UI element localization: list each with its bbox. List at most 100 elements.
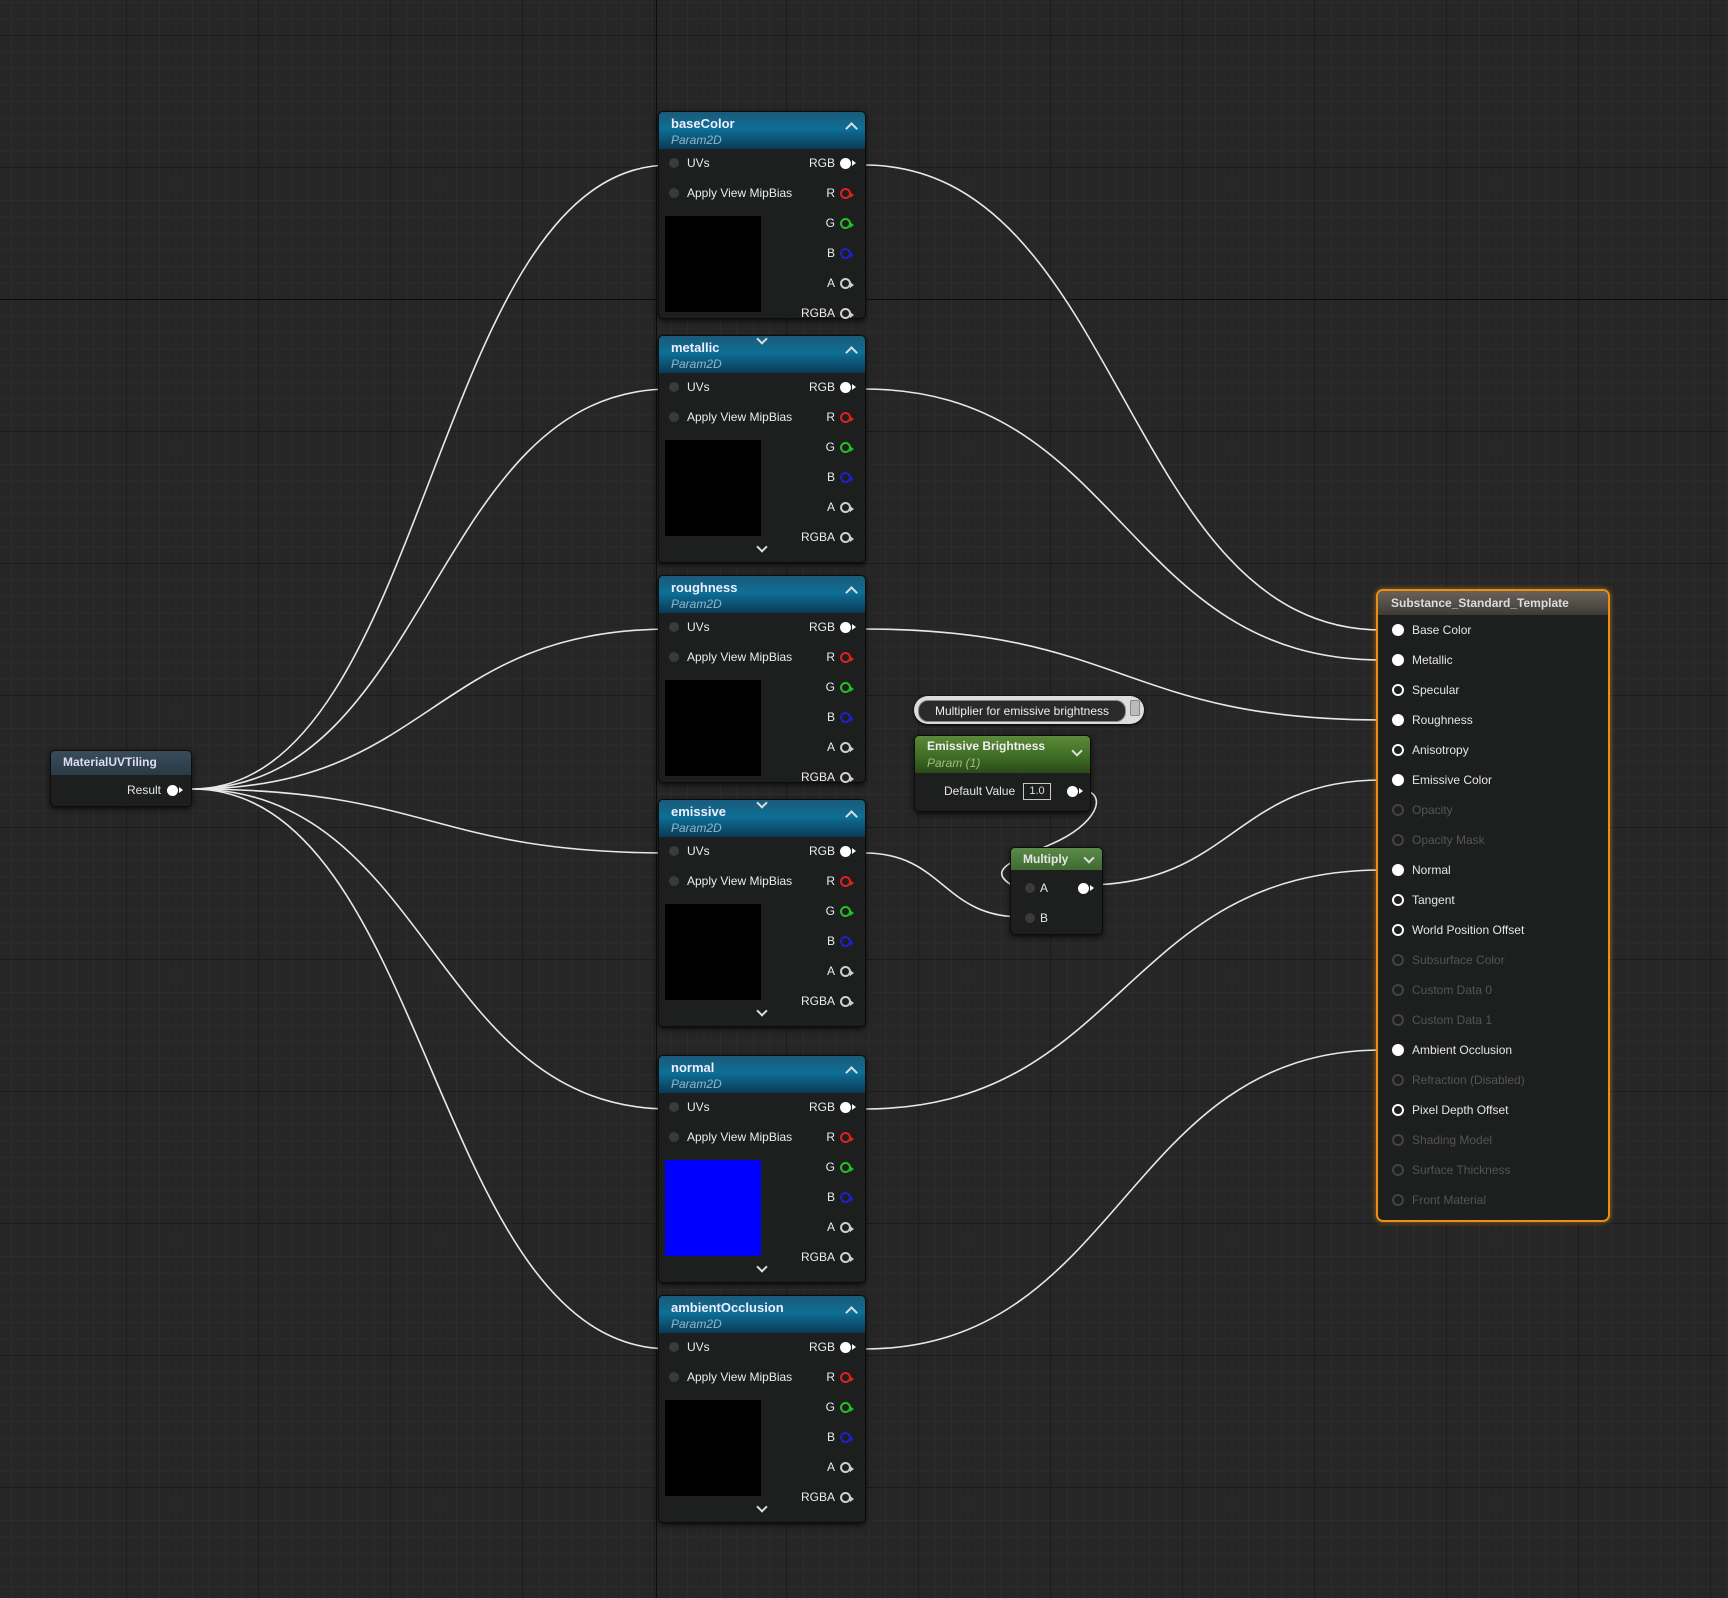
texture-sample-node-metallic[interactable]: metallic Param2D UVs Apply View MipBias RGB R… [658, 333, 866, 563]
wire-uv-3[interactable] [191, 788, 671, 854]
wire-normal[interactable] [863, 869, 1383, 1110]
texture-sample-node-normal[interactable]: normal Param2D UVs Apply View MipBias RGB R G B… [658, 1055, 866, 1283]
output-pin-r[interactable] [840, 1132, 854, 1143]
wire-multiply-to-emissive[interactable] [1084, 779, 1383, 886]
wire-metallic[interactable] [863, 388, 1383, 661]
wire-uv-1[interactable] [191, 388, 671, 790]
wire-emissive-to-b[interactable] [863, 852, 1023, 918]
output-pin-r[interactable] [840, 876, 854, 887]
emissive-brightness-output-pin[interactable] [1067, 786, 1083, 797]
output-pin-a[interactable] [840, 502, 854, 513]
output-pin-rgb[interactable] [840, 846, 856, 857]
texture-sample-node-emissive[interactable]: emissive Param2D UVs Apply View MipBias RGB R… [658, 797, 866, 1027]
multiply-output-pin[interactable] [1078, 883, 1094, 894]
material-input-pin[interactable] [1392, 1074, 1404, 1086]
texture-sample-node-baseColor[interactable]: baseColor Param2D UVs Apply View MipBias RGB… [658, 111, 866, 320]
material-input-pin[interactable] [1392, 714, 1404, 726]
output-pin-g[interactable] [840, 682, 854, 693]
output-pin-rgba[interactable] [840, 308, 854, 319]
material-input-pin[interactable] [1392, 654, 1404, 666]
multiply-input-a-pin[interactable] [1025, 883, 1035, 893]
output-pin-rgba[interactable] [840, 532, 854, 543]
chevron-up-icon[interactable] [845, 586, 858, 599]
material-input-pin[interactable] [1392, 864, 1404, 876]
output-pin-b[interactable] [840, 936, 854, 947]
material-input-pin[interactable] [1392, 894, 1404, 906]
output-pin-rgba[interactable] [840, 1492, 854, 1503]
material-input-pin[interactable] [1392, 684, 1404, 696]
output-pin-b[interactable] [840, 248, 854, 259]
wire-ao[interactable] [863, 1049, 1383, 1350]
output-pin-a[interactable] [840, 278, 854, 289]
material-output-node[interactable]: Substance_Standard_Template Base Color Me… [1376, 589, 1610, 1222]
material-input-pin[interactable] [1392, 744, 1404, 756]
output-pin-g[interactable] [840, 218, 854, 229]
chevron-up-icon[interactable] [845, 1306, 858, 1319]
uvs-input-pin[interactable] [669, 622, 679, 632]
uv-tiling-node[interactable]: MaterialUVTiling Result [50, 750, 192, 807]
material-input-pin[interactable] [1392, 924, 1404, 936]
material-input-pin[interactable] [1392, 1014, 1404, 1026]
mip-bias-input-pin[interactable] [669, 1132, 679, 1142]
output-pin-rgb[interactable] [840, 382, 856, 393]
material-input-pin[interactable] [1392, 1134, 1404, 1146]
wire-basecolor[interactable] [863, 164, 1383, 631]
wire-uv-0[interactable] [191, 164, 671, 790]
uvs-input-pin[interactable] [669, 382, 679, 392]
output-pin-r[interactable] [840, 1372, 854, 1383]
chevron-down-icon[interactable] [756, 541, 768, 553]
multiply-input-b-pin[interactable] [1025, 913, 1035, 923]
uvs-input-pin[interactable] [669, 846, 679, 856]
output-pin-a[interactable] [840, 1222, 854, 1233]
multiply-node[interactable]: Multiply A B [1010, 847, 1103, 935]
chevron-down-icon[interactable] [1083, 852, 1095, 864]
output-pin-g[interactable] [840, 906, 854, 917]
chevron-up-icon[interactable] [845, 122, 858, 135]
chevron-up-icon[interactable] [845, 346, 858, 359]
material-input-pin[interactable] [1392, 954, 1404, 966]
output-pin-rgba[interactable] [840, 772, 854, 783]
chevron-up-icon[interactable] [845, 1066, 858, 1079]
material-input-pin[interactable] [1392, 774, 1404, 786]
output-pin-b[interactable] [840, 472, 854, 483]
output-pin-g[interactable] [840, 442, 854, 453]
mip-bias-input-pin[interactable] [669, 1372, 679, 1382]
output-pin-r[interactable] [840, 412, 854, 423]
output-pin-r[interactable] [840, 652, 854, 663]
output-pin-rgb[interactable] [840, 622, 856, 633]
pin-icon[interactable] [1130, 700, 1140, 716]
material-input-pin[interactable] [1392, 1194, 1404, 1206]
emissive-brightness-node[interactable]: Emissive Brightness Param (1) Default Va… [914, 735, 1091, 812]
material-input-pin[interactable] [1392, 1104, 1404, 1116]
output-pin-a[interactable] [840, 742, 854, 753]
material-input-pin[interactable] [1392, 804, 1404, 816]
material-input-pin[interactable] [1392, 1044, 1404, 1056]
material-input-pin[interactable] [1392, 984, 1404, 996]
chevron-down-icon[interactable] [756, 333, 768, 345]
output-pin-a[interactable] [840, 966, 854, 977]
wire-uv-2[interactable] [191, 628, 671, 790]
output-pin-rgb[interactable] [840, 158, 856, 169]
mip-bias-input-pin[interactable] [669, 876, 679, 886]
mip-bias-input-pin[interactable] [669, 652, 679, 662]
chevron-down-icon[interactable] [756, 1261, 768, 1273]
default-value-field[interactable]: 1.0 [1023, 783, 1051, 800]
material-input-pin[interactable] [1392, 624, 1404, 636]
wire-uv-4[interactable] [191, 788, 671, 1110]
uvs-input-pin[interactable] [669, 1102, 679, 1112]
uvs-input-pin[interactable] [669, 158, 679, 168]
mip-bias-input-pin[interactable] [669, 412, 679, 422]
output-pin-r[interactable] [840, 188, 854, 199]
chevron-up-icon[interactable] [845, 810, 858, 823]
uv-tiling-result-pin[interactable] [167, 785, 183, 796]
wire-uv-5[interactable] [191, 788, 671, 1350]
mip-bias-input-pin[interactable] [669, 188, 679, 198]
output-pin-b[interactable] [840, 712, 854, 723]
output-pin-rgba[interactable] [840, 996, 854, 1007]
output-pin-g[interactable] [840, 1402, 854, 1413]
chevron-down-icon[interactable] [756, 1501, 768, 1513]
output-pin-rgb[interactable] [840, 1102, 856, 1113]
chevron-down-icon[interactable] [1071, 745, 1083, 757]
output-pin-rgba[interactable] [840, 1252, 854, 1263]
output-pin-a[interactable] [840, 1462, 854, 1473]
